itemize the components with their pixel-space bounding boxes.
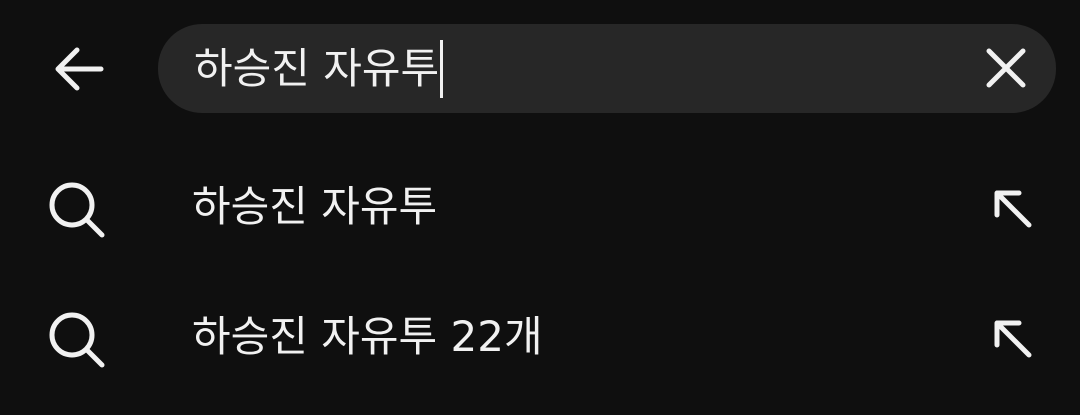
back-button[interactable] bbox=[32, 22, 126, 116]
search-query-text: 하승진 자유투 bbox=[194, 24, 444, 113]
fill-query-button[interactable] bbox=[976, 302, 1048, 374]
arrow-up-left-icon bbox=[994, 320, 1032, 358]
text-caret bbox=[440, 39, 444, 98]
arrow-left-icon bbox=[55, 47, 104, 91]
clear-search-button[interactable] bbox=[974, 36, 1038, 100]
close-icon bbox=[986, 48, 1026, 88]
search-query-value: 하승진 자유투 bbox=[194, 44, 440, 93]
search-icon bbox=[49, 182, 105, 238]
search-screen: 하승진 자유투 하승진 자유투 하승진 자유투 22개 bbox=[0, 0, 1080, 415]
arrow-up-left-icon bbox=[994, 190, 1032, 228]
suggestion-label: 하승진 자유투 22개 bbox=[192, 312, 543, 361]
search-input[interactable]: 하승진 자유투 bbox=[158, 24, 1056, 113]
suggestion-label: 하승진 자유투 bbox=[192, 182, 438, 231]
suggestion-item[interactable]: 하승진 자유투 bbox=[0, 142, 1080, 272]
fill-query-button[interactable] bbox=[976, 172, 1048, 244]
search-icon bbox=[49, 312, 105, 368]
suggestion-item[interactable]: 하승진 자유투 22개 bbox=[0, 272, 1080, 402]
